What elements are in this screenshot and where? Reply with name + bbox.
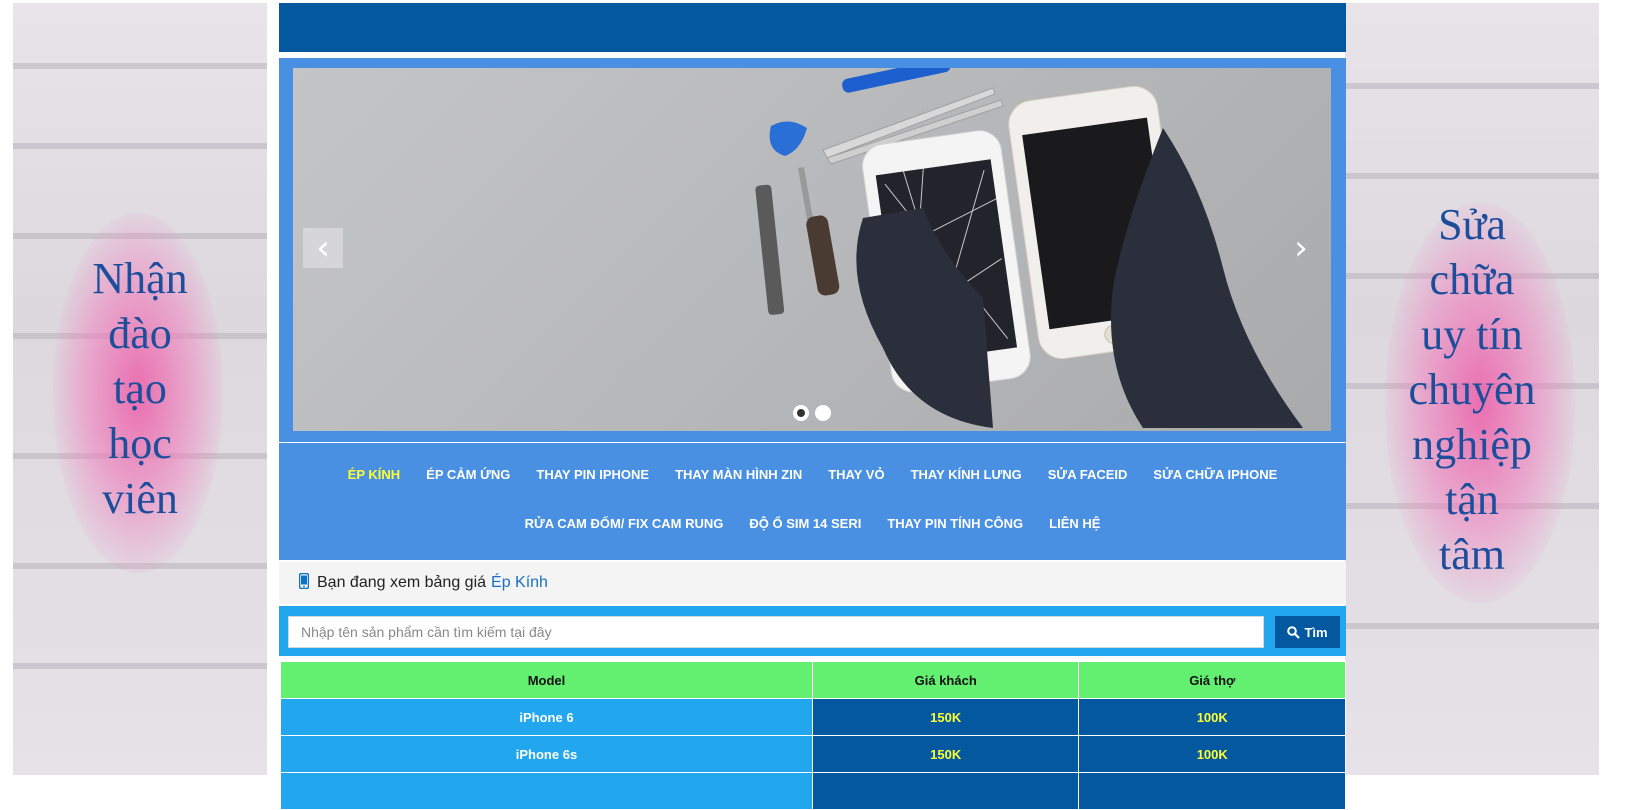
nav-item-sua-faceid[interactable]: SỬA FACEID: [1035, 465, 1141, 485]
nav-item-rua-cam-dom[interactable]: RỬA CAM ĐỐM/ FIX CAM RUNG: [512, 514, 737, 534]
banner-line: chữa: [1429, 255, 1515, 304]
nav-item-thay-man-hinh-zin[interactable]: THAY MÀN HÌNH ZIN: [662, 465, 815, 485]
banner-line: tâm: [1439, 530, 1505, 579]
nav-item-lien-he[interactable]: LIÊN HỆ: [1036, 514, 1113, 534]
slider-prev-button[interactable]: ‹: [303, 228, 343, 268]
column-header-gia-khach: Giá khách: [811, 661, 1080, 699]
nav-item-thay-kinh-lung[interactable]: THAY KÍNH LƯNG: [898, 465, 1035, 485]
banner-line: nghiệp: [1412, 420, 1532, 469]
search-button-label: Tìm: [1304, 624, 1328, 640]
slider-dots: [293, 405, 1331, 421]
nav-item-thay-vo[interactable]: THAY VỎ: [815, 465, 897, 485]
nav-item-thay-pin-iphone[interactable]: THAY PIN IPHONE: [523, 465, 662, 485]
banner-line: chuyên: [1408, 365, 1536, 414]
cell-model: [280, 772, 813, 810]
nav-row-1: ÉP KÍNH ÉP CẢM ỨNG THAY PIN IPHONE THAY …: [279, 465, 1346, 485]
search-button[interactable]: Tìm: [1275, 616, 1340, 648]
breadcrumb-current-link[interactable]: Ép Kính: [491, 574, 548, 592]
right-side-banner[interactable]: Sửa chữa uy tín chuyên nghiệp tận tâm: [1345, 3, 1599, 775]
banner-line: uy tín: [1421, 310, 1523, 359]
table-header-row: Model Giá khách Giá thợ: [280, 661, 1346, 699]
nav-row-2: RỬA CAM ĐỐM/ FIX CAM RUNG ĐỘ Ổ SIM 14 SE…: [279, 514, 1346, 534]
banner-line: Sửa: [1438, 200, 1506, 249]
slider-dot-2[interactable]: [815, 405, 831, 421]
banner-line: đào: [108, 309, 172, 358]
mobile-phone-icon: [298, 572, 310, 594]
breadcrumb-prefix: Bạn đang xem bảng giá: [317, 574, 487, 591]
banner-line: tạo: [113, 364, 167, 413]
search-input[interactable]: [288, 616, 1264, 648]
banner-line: Nhận: [92, 254, 188, 303]
banner-line: tận: [1445, 475, 1499, 524]
nav-item-thay-pin-tinh-cong[interactable]: THAY PIN TÍNH CÔNG: [874, 514, 1036, 534]
slider-dot-1[interactable]: [793, 405, 809, 421]
right-banner-text: Sửa chữa uy tín chuyên nghiệp tận tâm: [1345, 197, 1599, 582]
banner-line: học: [108, 419, 172, 468]
left-side-banner[interactable]: Nhận đào tạo học viên: [13, 3, 267, 775]
header-bar: [279, 3, 1346, 52]
cell-gia-khach: [811, 772, 1080, 810]
slide-image[interactable]: ‹ ›: [293, 68, 1331, 431]
table-row: iPhone 6 150K 100K: [280, 698, 1346, 736]
cell-gia-khach: 150K: [811, 698, 1080, 736]
phone-repair-illustration: [755, 68, 1303, 428]
cell-model: iPhone 6: [280, 698, 813, 736]
nav-item-ep-cam-ung[interactable]: ÉP CẢM ỨNG: [413, 465, 523, 485]
table-row: iPhone 6s 150K 100K: [280, 735, 1346, 773]
search-box: Tìm: [279, 606, 1346, 656]
cell-gia-khach: 150K: [811, 735, 1080, 773]
left-banner-text: Nhận đào tạo học viên: [13, 251, 267, 526]
main-nav: ÉP KÍNH ÉP CẢM ỨNG THAY PIN IPHONE THAY …: [279, 443, 1346, 560]
slider-next-button[interactable]: ›: [1281, 228, 1321, 268]
table-row: [280, 772, 1346, 810]
nav-item-ep-kinh[interactable]: ÉP KÍNH: [335, 465, 414, 485]
breadcrumb: Bạn đang xem bảng giá Ép Kính: [279, 562, 1346, 604]
cell-model: iPhone 6s: [280, 735, 813, 773]
cell-gia-tho: 100K: [1078, 735, 1346, 773]
column-header-model: Model: [280, 661, 813, 699]
column-header-gia-tho: Giá thợ: [1078, 661, 1346, 699]
banner-line: viên: [102, 474, 178, 523]
search-icon: [1287, 625, 1301, 639]
price-table: Model Giá khách Giá thợ iPhone 6 150K 10…: [280, 661, 1346, 810]
nav-item-do-o-sim[interactable]: ĐỘ Ổ SIM 14 SERI: [736, 514, 874, 534]
nav-item-sua-chua-iphone[interactable]: SỬA CHỮA IPHONE: [1140, 465, 1290, 485]
hero-slider: ‹ ›: [279, 58, 1346, 442]
cell-gia-tho: [1078, 772, 1346, 810]
cell-gia-tho: 100K: [1078, 698, 1346, 736]
